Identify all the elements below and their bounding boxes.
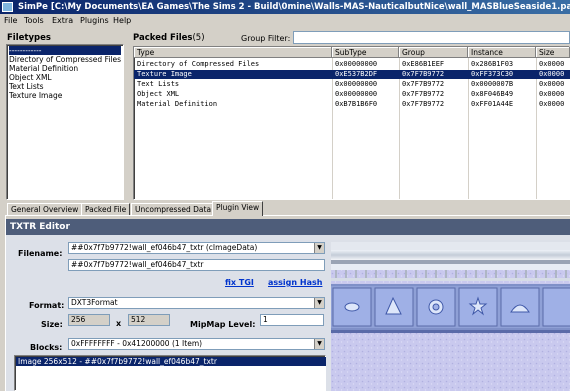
filetype-item[interactable]: Texture Image <box>9 91 121 100</box>
menu-help[interactable]: Help <box>113 15 131 27</box>
column-header-group[interactable]: Group <box>399 47 468 58</box>
cell-group: 0x7F7B9772 <box>402 100 445 108</box>
cell-instance: 0xFF373C30 <box>471 70 514 78</box>
filename-select[interactable]: ##0x7f7b9772!wall_ef046b47_txtr (cImageD… <box>68 242 325 254</box>
menu-file[interactable]: File <box>4 15 17 27</box>
cell-type: Texture Image <box>137 70 192 78</box>
column-header-instance[interactable]: Instance <box>468 47 536 58</box>
cell-subtype: 0x00000000 <box>335 90 378 98</box>
cell-type: Object XML <box>137 90 180 98</box>
assign-hash-link[interactable]: assign Hash <box>268 278 322 287</box>
mipmap-label: MipMap Level: <box>190 320 256 329</box>
filetype-item[interactable]: Material Definition <box>9 64 121 73</box>
app-icon <box>2 2 13 12</box>
chevron-down-icon[interactable]: ▼ <box>314 243 324 253</box>
height-field: 512 <box>128 314 170 326</box>
column-header-size[interactable]: Size <box>536 47 570 58</box>
cell-type: Directory of Compressed Files <box>137 60 260 68</box>
cell-instance: 0xFF01A44E <box>471 100 514 108</box>
menu-bar: File Tools Extra Plugins Help <box>0 14 570 28</box>
column-header-subtype[interactable]: SubType <box>332 47 399 58</box>
cell-size: 0x0000 <box>539 60 565 68</box>
packed-files-title: Packed Files(5) <box>133 33 205 43</box>
filetypes-title: Filetypes <box>7 33 51 43</box>
cell-type: Text Lists <box>137 80 180 88</box>
list-item[interactable]: Image 256x512 - ##0x7f7b9772!wall_ef046b… <box>16 357 326 366</box>
size-separator: x <box>116 319 122 328</box>
blocks-select[interactable]: 0xFFFFFFFF - 0x41200000 (1 Item) ▼ <box>68 338 325 350</box>
column-header-type[interactable]: Type <box>134 47 332 58</box>
cell-size: 0x0000 <box>539 80 565 88</box>
menu-plugins[interactable]: Plugins <box>80 15 109 27</box>
blocks-select-value: 0xFFFFFFFF - 0x41200000 (1 Item) <box>71 339 203 348</box>
format-label: Format: <box>29 301 65 310</box>
blocks-label: Blocks: <box>30 343 63 352</box>
cell-instance: 0x0000007B <box>471 80 514 88</box>
table-row[interactable]: Material Definition 0xB7B1B6F0 0x7F7B977… <box>134 100 570 109</box>
texture-preview <box>331 242 570 391</box>
cell-group: 0x7F7B9772 <box>402 70 445 78</box>
mipmap-input[interactable]: 1 <box>260 314 324 326</box>
filetypes-list[interactable]: ------------ Directory of Compressed Fil… <box>6 44 124 200</box>
cell-subtype: 0x00000000 <box>335 80 378 88</box>
image-list[interactable]: Image 256x512 - ##0x7f7b9772!wall_ef046b… <box>14 355 326 391</box>
fix-tgi-link[interactable]: fix TGI <box>225 278 254 287</box>
tab-plugin-view[interactable]: Plugin View <box>212 201 264 216</box>
cell-instance: 0x8F046B49 <box>471 90 514 98</box>
filename-select-value: ##0x7f7b9772!wall_ef046b47_txtr (cImageD… <box>71 243 258 252</box>
width-field: 256 <box>68 314 110 326</box>
window-title: SimPe [C:\My Documents\EA Games\The Sims… <box>18 2 570 12</box>
menu-extra[interactable]: Extra <box>52 15 73 27</box>
packed-files-table[interactable]: Type SubType Group Instance Size Directo… <box>133 46 570 200</box>
cell-instance: 0x286B1F03 <box>471 60 514 68</box>
table-row[interactable]: Texture Image 0xE537B2DF 0x7F7B9772 0xFF… <box>134 70 570 79</box>
cell-size: 0x0000 <box>539 70 565 78</box>
editor-title: TXTR Editor <box>6 219 570 235</box>
group-filter-label: Group Filter: <box>241 34 291 43</box>
filetype-item[interactable]: ------------ <box>9 46 121 55</box>
menu-tools[interactable]: Tools <box>24 15 44 27</box>
filename-input[interactable]: ##0x7f7b9772!wall_ef046b47_txtr <box>68 259 325 271</box>
packed-files-count: (5) <box>192 33 205 43</box>
packed-files-label: Packed Files <box>133 33 193 43</box>
table-row[interactable]: Text Lists 0x00000000 0x7F7B9772 0x00000… <box>134 80 570 89</box>
cell-subtype: 0xB7B1B6F0 <box>335 100 378 108</box>
filetype-item[interactable]: Text Lists <box>9 82 121 91</box>
table-row[interactable]: Object XML 0x00000000 0x7F7B9772 0x8F046… <box>134 90 570 99</box>
window-title-bar: SimPe [C:\My Documents\EA Games\The Sims… <box>0 0 570 14</box>
format-select[interactable]: DXT3Format ▼ <box>68 297 325 309</box>
cell-size: 0x0000 <box>539 90 565 98</box>
chevron-down-icon[interactable]: ▼ <box>314 339 324 349</box>
size-label: Size: <box>41 320 63 329</box>
cell-group: 0x7F7B9772 <box>402 90 445 98</box>
group-filter-input[interactable] <box>293 31 570 44</box>
cell-subtype: 0x00000000 <box>335 60 378 68</box>
filetype-item[interactable]: Directory of Compressed Files <box>9 55 121 64</box>
cell-group: 0xE86B1EEF <box>402 60 445 68</box>
cell-size: 0x0000 <box>539 100 565 108</box>
cell-subtype: 0xE537B2DF <box>335 70 378 78</box>
filename-label: Filename: <box>18 249 63 258</box>
format-select-value: DXT3Format <box>71 298 118 307</box>
filetype-item[interactable]: Object XML <box>9 73 121 82</box>
cell-group: 0x7F7B9772 <box>402 80 445 88</box>
chevron-down-icon[interactable]: ▼ <box>314 298 324 308</box>
cell-type: Material Definition <box>137 100 218 108</box>
table-row[interactable]: Directory of Compressed Files 0x00000000… <box>134 60 570 69</box>
